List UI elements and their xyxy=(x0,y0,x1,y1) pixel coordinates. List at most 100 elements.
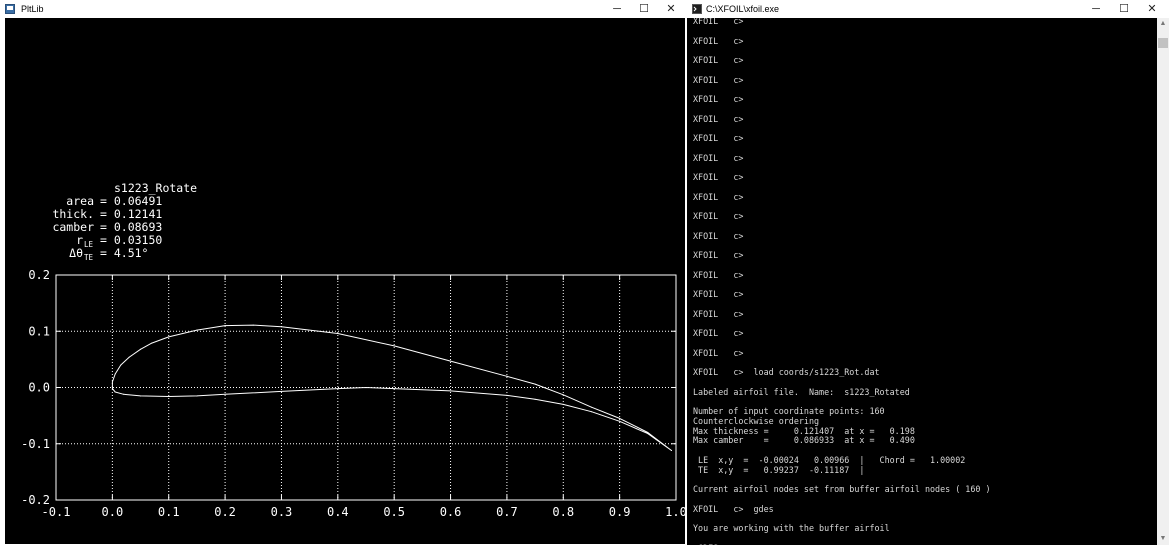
console-line: XFOIL c> xyxy=(693,35,744,46)
airfoil-point xyxy=(506,375,508,377)
x-tick-label: 0.7 xyxy=(496,505,518,519)
vertical-scrollbar[interactable]: ▲ ▼ xyxy=(1157,18,1169,545)
airfoil-info-panel: s1223_Rotate area = 0.06491 thick. = 0.1214… xyxy=(52,181,197,262)
console-icon xyxy=(692,4,702,14)
chart: -0.1 0.0 0.1 0.2 0.3 0.4 0.5 0.6 0.7 0.8 0.9 1.0 0.2… xyxy=(21,268,685,519)
console-line: XFOIL c> xyxy=(693,269,744,280)
plot-titlebar[interactable]: PltLib ─ ☐ ✕ xyxy=(0,0,686,18)
airfoil-point xyxy=(393,345,395,347)
terminal-window: C:\XFOIL\xfoil.exe ─ ☐ ✕ XFOIL c> XFOIL c… xyxy=(687,0,1170,547)
close-button[interactable]: ✕ xyxy=(1138,0,1166,18)
console-line: XFOIL c> xyxy=(693,250,744,260)
info-value: = 4.51° xyxy=(100,246,148,260)
x-tick-label: 0.4 xyxy=(327,505,349,519)
x-tick-label: 0.2 xyxy=(214,505,236,519)
airfoil-point xyxy=(647,432,649,433)
airfoil-point xyxy=(168,396,170,397)
airfoil-point xyxy=(670,450,672,451)
airfoil-point xyxy=(196,395,198,397)
console-line: XFOIL c> xyxy=(693,133,744,143)
info-label: Δθ xyxy=(69,246,83,260)
y-tick-label: -0.2 xyxy=(21,493,50,507)
console-line: XFOIL c> xyxy=(693,347,744,358)
console-line: XFOIL c> xyxy=(693,211,744,221)
info-label-subscript: TE xyxy=(84,253,94,262)
airfoil-point xyxy=(506,394,508,396)
terminal-titlebar[interactable]: C:\XFOIL\xfoil.exe ─ ☐ ✕ xyxy=(687,0,1170,18)
airfoil-point xyxy=(393,388,395,390)
console-text: XFOIL c> XFOIL c> XFOIL c> XFOIL c> XFOIL c>… xyxy=(693,18,1153,545)
minimize-button[interactable]: ─ xyxy=(603,0,631,18)
airfoil-point xyxy=(534,398,536,400)
airfoil-point xyxy=(111,381,113,383)
airfoil-point xyxy=(619,420,621,422)
airfoil-point xyxy=(168,336,170,338)
airfoil-point xyxy=(365,387,367,388)
console-line: XFOIL c> gdes xyxy=(693,503,774,514)
console-line: XFOIL c> xyxy=(693,308,744,319)
info-value: = 0.03150 xyxy=(100,233,162,247)
plot-window: PltLib ─ ☐ ✕ s1223_Rotate area = 0.06491 t… xyxy=(0,0,686,547)
airfoil-point xyxy=(280,390,282,392)
airfoil-point xyxy=(619,417,621,419)
terminal-window-title: C:\XFOIL\xfoil.exe xyxy=(706,4,780,14)
airfoil-point xyxy=(590,406,592,408)
airfoil-point xyxy=(196,329,198,331)
airfoil-point xyxy=(224,393,226,395)
plot-window-title: PltLib xyxy=(21,4,44,14)
console-line: XFOIL c> xyxy=(693,191,744,202)
info-label: camber xyxy=(52,220,94,234)
airfoil-name: s1223_Rotate xyxy=(114,181,197,195)
maximize-button[interactable]: ☐ xyxy=(630,0,658,18)
console-line: XFOIL c> xyxy=(693,152,744,163)
airfoil-point xyxy=(534,383,536,385)
airfoil-plot: s1223_Rotate area = 0.06491 thick. = 0.1214… xyxy=(21,181,685,519)
maximize-button[interactable]: ☐ xyxy=(1110,0,1138,18)
airfoil-point xyxy=(140,395,142,397)
airfoil-point xyxy=(114,373,116,375)
console-line: XFOIL c> xyxy=(693,18,744,26)
scroll-down-icon[interactable]: ▼ xyxy=(1157,533,1169,545)
airfoil-point xyxy=(450,390,452,392)
airfoil-point xyxy=(114,391,116,393)
console-line: TE x,y = 0.99237 -0.11187 | xyxy=(693,464,865,475)
x-tick-label: 0.0 xyxy=(102,505,124,519)
console-line: Max camber = 0.086933 at x = 0.490 xyxy=(693,435,915,446)
airfoil-point xyxy=(562,394,564,396)
minimize-button[interactable]: ─ xyxy=(1082,0,1110,18)
airfoil-point xyxy=(252,324,254,326)
console-line: You are working with the buffer airfoil xyxy=(693,523,890,533)
scrollbar-thumb[interactable] xyxy=(1158,38,1168,48)
terminal-output[interactable]: XFOIL c> XFOIL c> XFOIL c> XFOIL c> XFOIL c>… xyxy=(687,18,1157,545)
scroll-up-icon[interactable]: ▲ xyxy=(1157,18,1169,30)
x-tick-label: 0.8 xyxy=(552,505,574,519)
info-value: = 0.08693 xyxy=(100,220,162,234)
console-line: Current airfoil nodes set from buffer ai… xyxy=(693,484,991,494)
airfoil-point xyxy=(450,360,452,362)
airfoil-point xyxy=(111,388,113,390)
x-tick-label: 0.6 xyxy=(440,505,462,519)
close-button[interactable]: ✕ xyxy=(657,0,685,18)
info-value: = 0.12141 xyxy=(100,207,162,221)
airfoil-point xyxy=(337,388,339,390)
airfoil-point xyxy=(140,348,142,350)
x-tick-label: 1.0 xyxy=(665,505,685,519)
console-line: XFOIL c> xyxy=(693,328,744,338)
airfoil-point xyxy=(224,325,226,327)
plot-canvas[interactable]: s1223_Rotate area = 0.06491 thick. = 0.1214… xyxy=(5,18,685,544)
